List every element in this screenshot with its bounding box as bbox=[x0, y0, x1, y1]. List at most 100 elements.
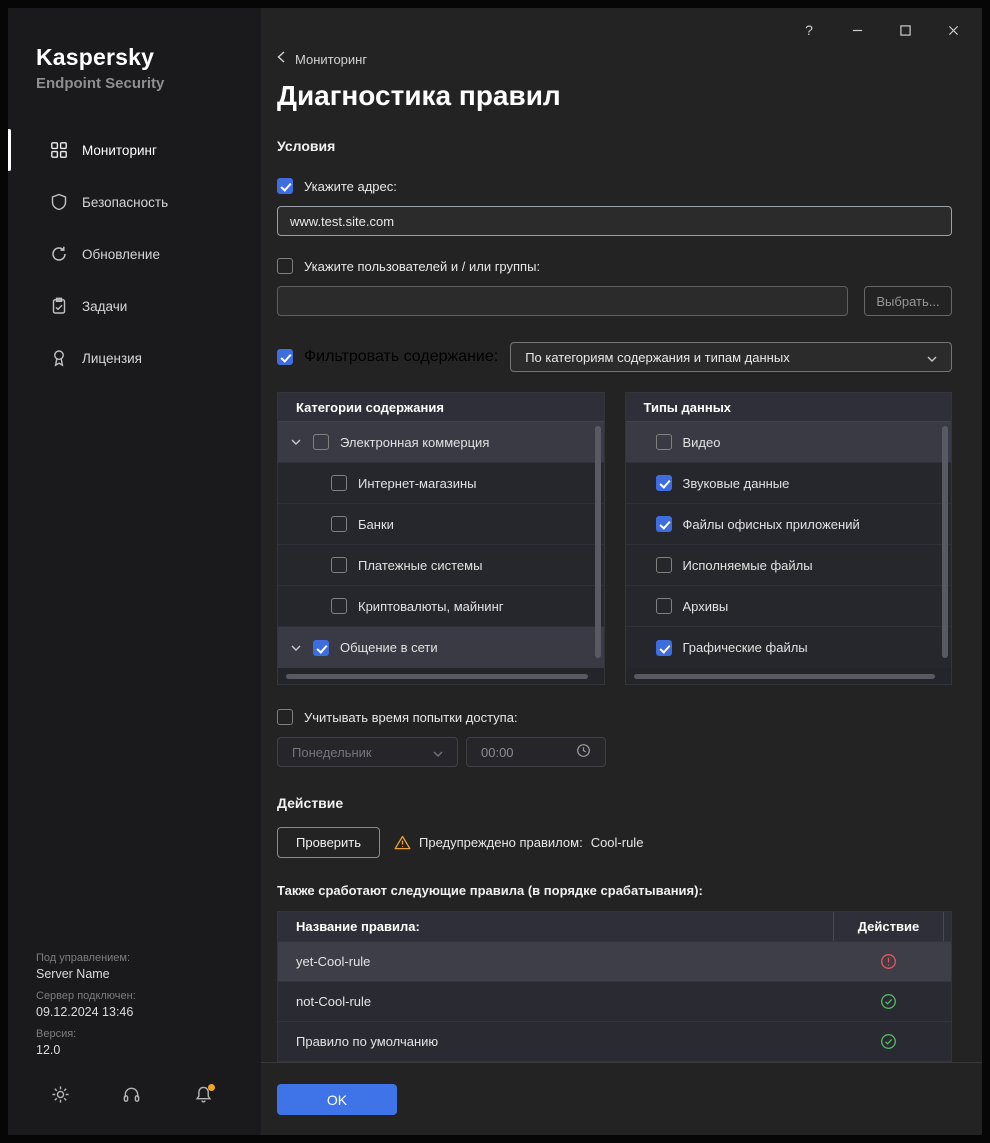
datatype-checkbox[interactable] bbox=[655, 639, 672, 656]
sidebar-item-label: Задачи bbox=[82, 298, 128, 314]
category-checkbox[interactable] bbox=[313, 434, 329, 450]
category-row[interactable]: Интернет-магазины bbox=[278, 463, 604, 504]
sidebar-item-security[interactable]: Безопасность bbox=[8, 176, 261, 228]
chevron-down-icon bbox=[927, 350, 937, 365]
time-label: Учитывать время попытки доступа: bbox=[304, 709, 518, 725]
datatype-row[interactable]: Исполняемые файлы bbox=[625, 545, 951, 586]
datatype-checkbox[interactable] bbox=[655, 598, 672, 614]
license-icon bbox=[50, 349, 68, 367]
users-input[interactable] bbox=[277, 286, 848, 316]
horizontal-scrollbar[interactable] bbox=[286, 674, 588, 679]
connected-value: 09.12.2024 13:46 bbox=[36, 1005, 134, 1019]
version-value: 12.0 bbox=[36, 1043, 61, 1057]
filter-select[interactable]: По категориям содержания и типам данных bbox=[510, 342, 952, 372]
datatype-row[interactable]: Архивы bbox=[625, 586, 951, 627]
sidebar-item-label: Мониторинг bbox=[82, 142, 157, 158]
warning-rule-name: Cool-rule bbox=[590, 835, 644, 850]
back-chevron-icon bbox=[277, 50, 285, 68]
address-label: Укажите адрес: bbox=[304, 178, 397, 194]
datatype-row[interactable]: Графические файлы bbox=[625, 627, 951, 668]
ok-button[interactable]: OK bbox=[277, 1084, 397, 1115]
address-checkbox[interactable] bbox=[277, 178, 293, 194]
warning-icon bbox=[394, 835, 411, 850]
day-select-value: Понедельник bbox=[292, 744, 372, 760]
maximize-button[interactable] bbox=[890, 18, 920, 42]
management-info: Под управлением: Server Name Сервер подк… bbox=[8, 943, 261, 1071]
category-checkbox[interactable] bbox=[313, 639, 329, 656]
address-input[interactable] bbox=[277, 206, 952, 236]
table-row[interactable]: Правило по умолчанию bbox=[278, 1021, 951, 1061]
footer-bar: OK bbox=[261, 1062, 982, 1135]
help-button[interactable]: ? bbox=[794, 18, 824, 42]
clipboard-icon bbox=[50, 297, 68, 315]
categories-panel: Категории содержания Электронная коммерц… bbox=[277, 392, 605, 685]
category-row[interactable]: Криптовалюты, майнинг bbox=[278, 586, 604, 627]
datatype-row[interactable]: Звуковые данные bbox=[625, 463, 951, 504]
allowed-status-icon bbox=[833, 982, 943, 1021]
brand-logo: Kaspersky Endpoint Security bbox=[8, 44, 261, 92]
category-row[interactable]: Платежные системы bbox=[278, 545, 604, 586]
headphones-icon bbox=[122, 1085, 141, 1109]
datatypes-panel: Типы данных Видео Звуковые данные Файлы … bbox=[624, 392, 952, 685]
categories-panel-header: Категории содержания bbox=[278, 393, 604, 422]
vertical-scrollbar[interactable] bbox=[594, 426, 601, 658]
minimize-button[interactable] bbox=[842, 18, 872, 42]
datatype-checkbox[interactable] bbox=[655, 475, 672, 491]
datatype-label: Архивы bbox=[682, 598, 729, 614]
datatype-row[interactable]: Файлы офисных приложений bbox=[625, 504, 951, 545]
choose-users-button[interactable]: Выбрать... bbox=[864, 286, 952, 316]
chevron-down-icon[interactable] bbox=[291, 645, 303, 651]
settings-button[interactable] bbox=[48, 1085, 72, 1109]
check-button[interactable]: Проверить bbox=[277, 827, 381, 858]
sidebar-item-tasks[interactable]: Задачи bbox=[8, 280, 261, 332]
vertical-scrollbar[interactable] bbox=[942, 426, 948, 658]
category-row[interactable]: Банки bbox=[278, 504, 604, 545]
day-select[interactable]: Понедельник bbox=[277, 737, 458, 767]
sidebar-item-label: Лицензия bbox=[82, 350, 142, 366]
chevron-down-icon bbox=[433, 745, 443, 760]
chevron-down-icon[interactable] bbox=[291, 439, 303, 445]
category-checkbox[interactable] bbox=[331, 475, 347, 491]
datatype-row[interactable]: Видео bbox=[625, 422, 951, 463]
horizontal-scrollbar[interactable] bbox=[633, 674, 935, 679]
time-input-value: 00:00 bbox=[481, 744, 514, 760]
breadcrumb[interactable]: Мониторинг bbox=[277, 50, 952, 68]
action-row: Проверить Предупреждено правилом: Cool-r… bbox=[277, 827, 952, 858]
sidebar-item-update[interactable]: Обновление bbox=[8, 228, 261, 280]
filter-checkbox[interactable] bbox=[277, 349, 293, 365]
managed-label: Под управлением: bbox=[36, 952, 131, 964]
table-row[interactable]: yet-Cool-rule bbox=[278, 941, 951, 981]
table-row[interactable]: not-Cool-rule bbox=[278, 981, 951, 1021]
time-checkbox[interactable] bbox=[277, 709, 293, 725]
filter-row: Фильтровать содержание: По категориям со… bbox=[277, 342, 952, 372]
support-button[interactable] bbox=[120, 1085, 144, 1109]
category-checkbox[interactable] bbox=[331, 557, 347, 573]
rules-table-header: Название правила: Действие bbox=[278, 912, 951, 941]
rule-name-header: Название правила: bbox=[296, 919, 420, 934]
category-row[interactable]: Электронная коммерция bbox=[278, 422, 604, 463]
rule-name: yet-Cool-rule bbox=[296, 954, 371, 969]
users-label: Укажите пользователей и / или группы: bbox=[304, 258, 541, 274]
sidebar: Kaspersky Endpoint Security Мониторинг Б… bbox=[8, 8, 261, 1135]
sidebar-item-license[interactable]: Лицензия bbox=[8, 332, 261, 384]
notifications-button[interactable] bbox=[191, 1084, 215, 1109]
datatype-checkbox[interactable] bbox=[655, 434, 672, 450]
users-checkbox[interactable] bbox=[277, 258, 293, 274]
filter-panels: Категории содержания Электронная коммерц… bbox=[277, 392, 952, 685]
notification-badge bbox=[208, 1084, 215, 1091]
time-input[interactable]: 00:00 bbox=[466, 737, 606, 767]
category-checkbox[interactable] bbox=[331, 516, 347, 532]
datatype-label: Файлы офисных приложений bbox=[682, 516, 860, 532]
datatype-checkbox[interactable] bbox=[655, 557, 672, 573]
datatype-checkbox[interactable] bbox=[655, 516, 672, 532]
address-checkbox-row: Укажите адрес: bbox=[277, 178, 952, 194]
category-label: Банки bbox=[358, 516, 394, 532]
blocked-status-icon bbox=[833, 942, 943, 981]
clock-icon bbox=[576, 743, 591, 761]
rules-note: Также сработают следующие правила (в пор… bbox=[277, 883, 703, 898]
refresh-icon bbox=[50, 245, 68, 263]
close-button[interactable] bbox=[938, 18, 968, 42]
category-row[interactable]: Общение в сети bbox=[278, 627, 604, 668]
category-checkbox[interactable] bbox=[331, 598, 347, 614]
sidebar-item-monitoring[interactable]: Мониторинг bbox=[8, 124, 261, 176]
